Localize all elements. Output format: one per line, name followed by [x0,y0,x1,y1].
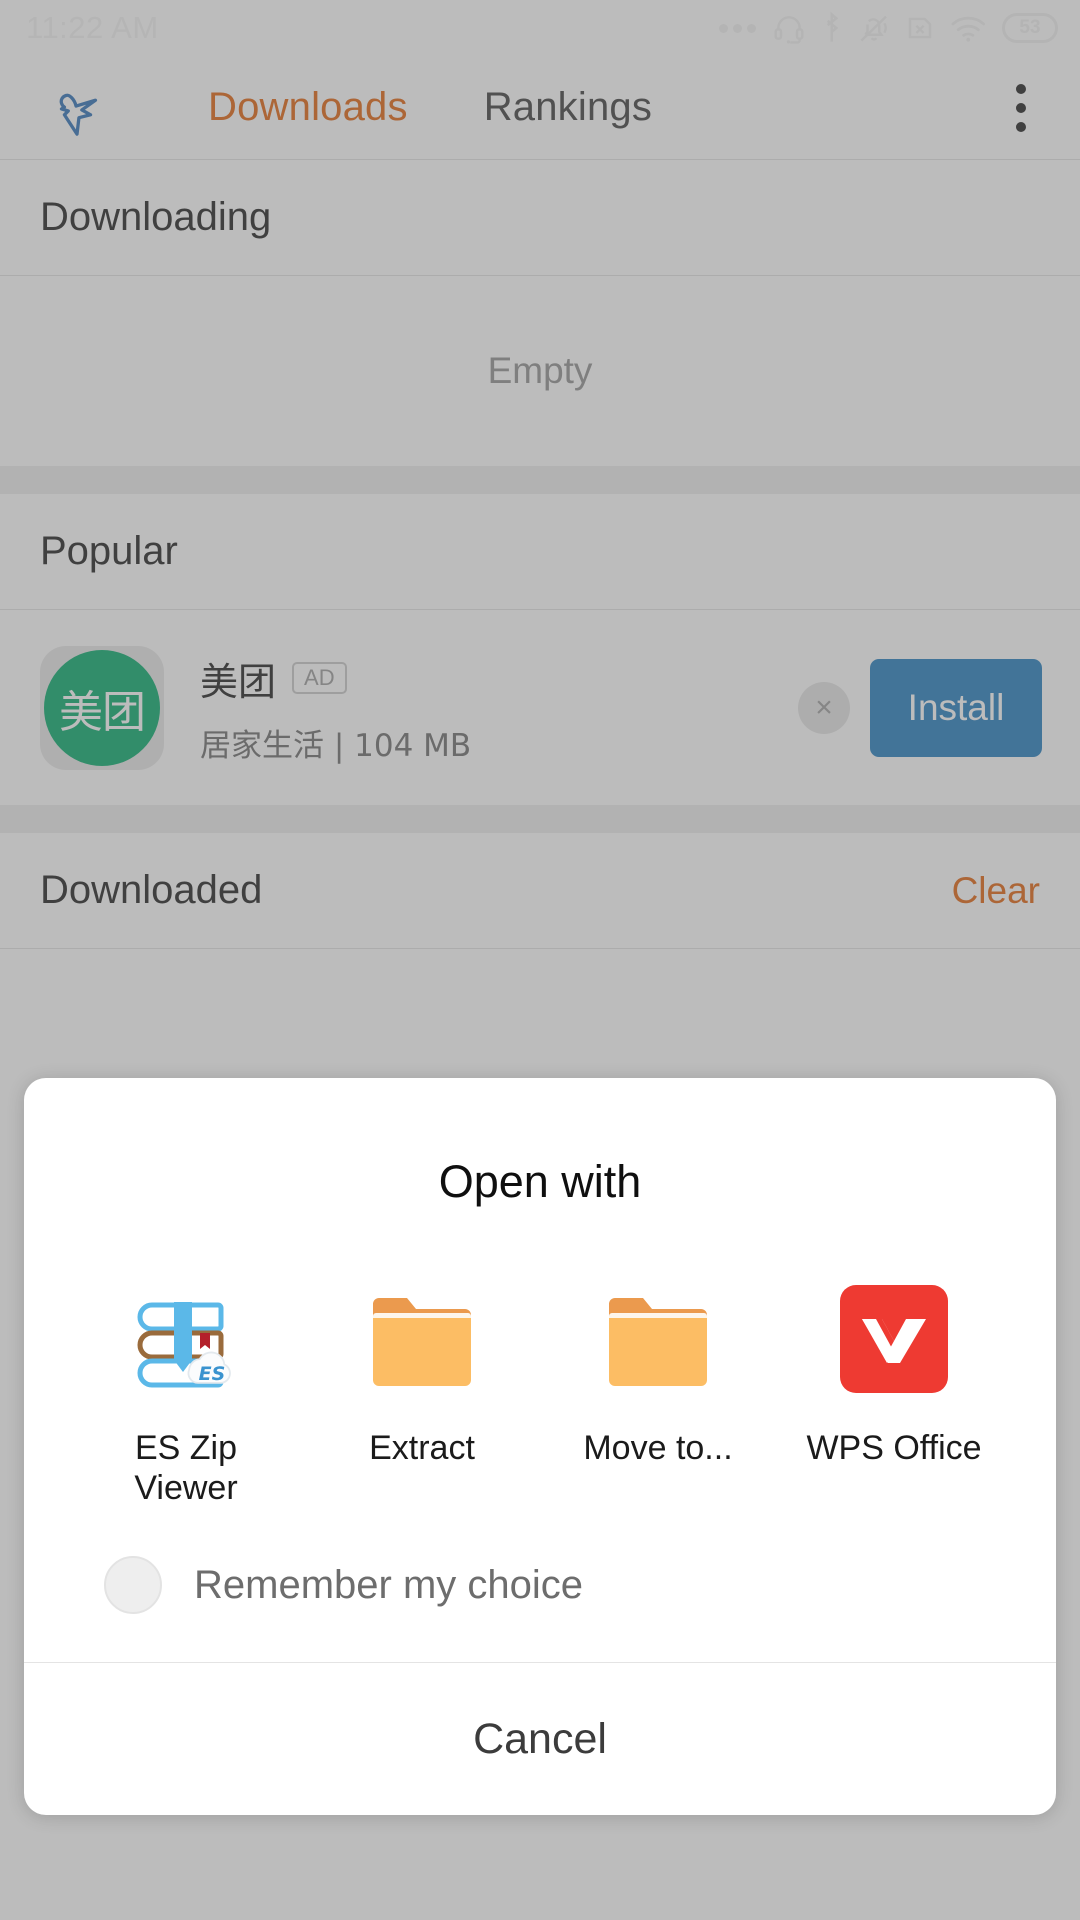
app-option-wps-office[interactable]: WPS Office [776,1280,1012,1508]
remember-my-choice-checkbox[interactable] [104,1556,162,1615]
open-with-dialog: Open with ES ES Zip Viewer Extract Move … [24,1078,1056,1816]
svg-text:ES: ES [199,1363,226,1385]
app-option-label: WPS Office [806,1429,982,1467]
app-option-label: Extract [369,1429,475,1467]
app-option-label: ES Zip Viewer [134,1429,238,1508]
remember-my-choice-label: Remember my choice [194,1562,584,1607]
es-zip-viewer-icon: ES [127,1280,245,1398]
app-option-es-zip-viewer[interactable]: ES ES Zip Viewer [68,1280,304,1508]
app-chooser-grid: ES ES Zip Viewer Extract Move to... WPS … [24,1218,1056,1508]
remember-my-choice-row[interactable]: Remember my choice [24,1508,1056,1662]
folder-icon [363,1280,481,1398]
dialog-title: Open with [438,1156,642,1207]
wps-office-icon [835,1280,953,1398]
folder-icon [599,1280,717,1398]
app-option-move-to[interactable]: Move to... [540,1280,776,1508]
cancel-button[interactable]: Cancel [24,1663,1056,1815]
app-option-label: Move to... [583,1429,733,1467]
app-option-extract[interactable]: Extract [304,1280,540,1508]
